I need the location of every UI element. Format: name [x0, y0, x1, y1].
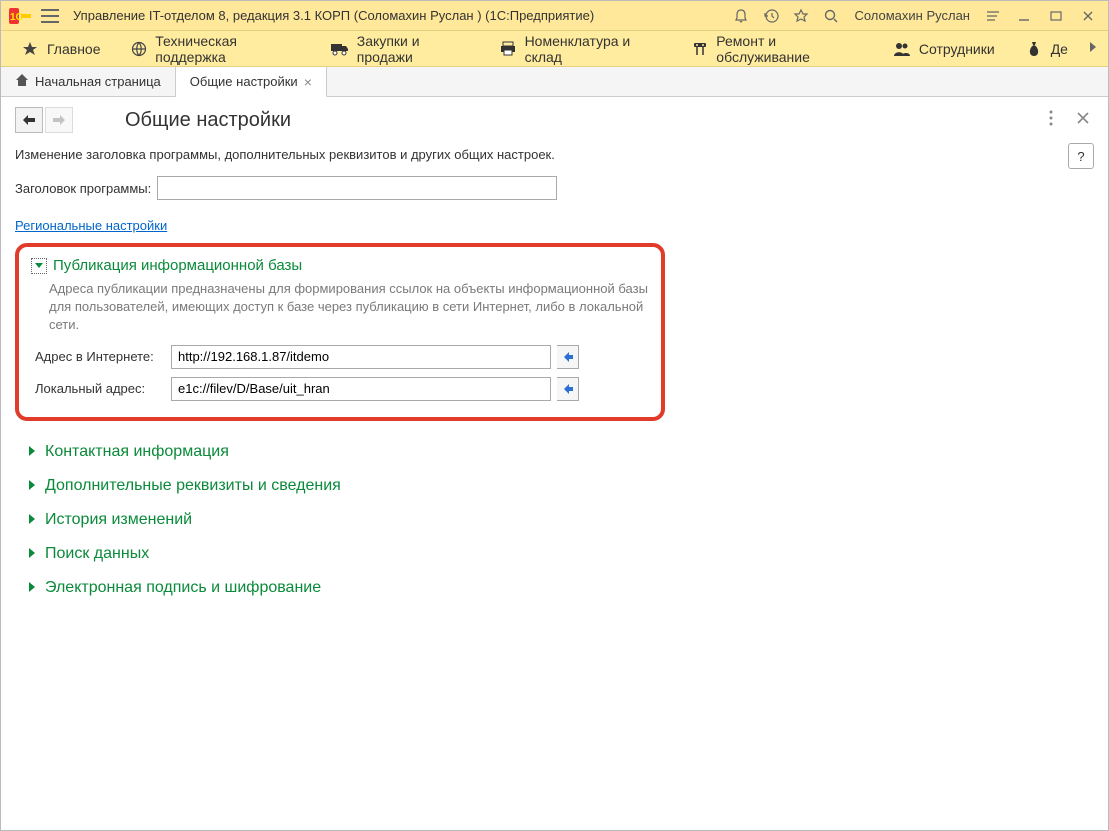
toolbar-item-label: Главное [47, 41, 101, 57]
toolbar-item-label: Де [1051, 41, 1068, 57]
internet-address-pick-button[interactable] [557, 345, 579, 369]
chevron-right-icon [27, 478, 37, 494]
chevron-down-icon [31, 258, 47, 274]
section-change-history[interactable]: История изменений [27, 503, 1094, 537]
nav-forward-button[interactable] [45, 107, 73, 133]
section-label: Поиск данных [45, 545, 149, 563]
section-additional-props[interactable]: Дополнительные реквизиты и сведения [27, 469, 1094, 503]
help-label: ? [1077, 149, 1084, 164]
toolbar-item-label: Номенклатура и склад [525, 33, 662, 65]
user-name[interactable]: Соломахин Руслан [854, 8, 970, 23]
local-address-label: Локальный адрес: [35, 381, 165, 396]
money-bag-icon [1025, 40, 1043, 58]
people-icon [893, 40, 911, 58]
toolbar-scroll-right-icon[interactable] [1084, 37, 1102, 60]
close-button[interactable] [1076, 4, 1100, 28]
toolbar-item-label: Ремонт и обслуживание [716, 33, 863, 65]
publication-section-highlight: Публикация информационной базы Адреса пу… [15, 243, 665, 421]
regional-settings-link[interactable]: Региональные настройки [15, 218, 167, 233]
page-subtitle: Изменение заголовка программы, дополните… [15, 147, 1094, 162]
section-data-search[interactable]: Поиск данных [27, 537, 1094, 571]
toolbar-staff[interactable]: Сотрудники [879, 36, 1009, 62]
main-toolbar: Главное Техническая поддержка Закупки и … [1, 31, 1108, 67]
section-label: История изменений [45, 511, 192, 529]
section-crypto[interactable]: Электронная подпись и шифрование [27, 571, 1094, 605]
tab-label: Начальная страница [35, 74, 161, 89]
history-icon[interactable] [760, 5, 782, 27]
nav-back-button[interactable] [15, 107, 43, 133]
svg-text:1С: 1С [10, 12, 23, 23]
printer-icon [500, 40, 517, 58]
internet-address-input[interactable] [171, 345, 551, 369]
settings-lines-icon[interactable] [982, 5, 1004, 27]
bell-icon[interactable] [730, 5, 752, 27]
chevron-right-icon [27, 546, 37, 562]
toolbar-home[interactable]: Главное [7, 36, 115, 62]
publication-description: Адреса публикации предназначены для форм… [49, 280, 649, 335]
chevron-right-icon [27, 444, 37, 460]
app-title-input[interactable] [157, 176, 557, 200]
internet-address-label: Адрес в Интернете: [35, 349, 165, 364]
home-icon [15, 73, 29, 90]
tabbar: Начальная страница Общие настройки × [1, 67, 1108, 97]
globe-icon [131, 40, 148, 58]
section-label: Контактная информация [45, 443, 229, 461]
minimize-button[interactable] [1012, 4, 1036, 28]
star-filled-icon [21, 40, 39, 58]
wrench-icon [692, 40, 709, 58]
chevron-right-icon [27, 512, 37, 528]
section-header-publication[interactable]: Публикация информационной базы [31, 257, 649, 274]
more-icon[interactable] [1040, 107, 1062, 129]
section-title: Публикация информационной базы [53, 257, 302, 274]
toolbar-repair[interactable]: Ремонт и обслуживание [678, 29, 877, 69]
local-address-input[interactable] [171, 377, 551, 401]
tab-general-settings[interactable]: Общие настройки × [176, 67, 327, 97]
section-label: Дополнительные реквизиты и сведения [45, 477, 341, 495]
toolbar-item-label: Техническая поддержка [155, 33, 301, 65]
collapsible-sections: Контактная информация Дополнительные рек… [27, 435, 1094, 605]
window-title: Управление IT-отделом 8, редакция 3.1 КО… [73, 8, 594, 23]
toolbar-finance[interactable]: Де [1011, 36, 1082, 62]
toolbar-purchases[interactable]: Закупки и продажи [317, 29, 484, 69]
toolbar-item-label: Сотрудники [919, 41, 995, 57]
titlebar: 1С Управление IT-отделом 8, редакция 3.1… [1, 1, 1108, 31]
toolbar-support[interactable]: Техническая поддержка [117, 29, 315, 69]
section-label: Электронная подпись и шифрование [45, 579, 321, 597]
maximize-button[interactable] [1044, 4, 1068, 28]
section-contact-info[interactable]: Контактная информация [27, 435, 1094, 469]
page-close-icon[interactable] [1072, 107, 1094, 129]
app-title-label: Заголовок программы: [15, 181, 151, 196]
help-button[interactable]: ? [1068, 143, 1094, 169]
toolbar-item-label: Закупки и продажи [357, 33, 470, 65]
tab-label: Общие настройки [190, 74, 298, 89]
truck-icon [331, 40, 349, 58]
toolbar-stock[interactable]: Номенклатура и склад [486, 29, 676, 69]
search-icon[interactable] [820, 5, 842, 27]
tab-home[interactable]: Начальная страница [1, 67, 176, 96]
hamburger-icon[interactable] [41, 9, 59, 23]
page-title: Общие настройки [125, 109, 291, 132]
close-icon[interactable]: × [304, 74, 312, 90]
chevron-right-icon [27, 580, 37, 596]
star-icon[interactable] [790, 5, 812, 27]
local-address-pick-button[interactable] [557, 377, 579, 401]
page-area: Общие настройки Изменение заголовка прог… [1, 97, 1108, 830]
app-logo-icon: 1С [9, 7, 33, 25]
